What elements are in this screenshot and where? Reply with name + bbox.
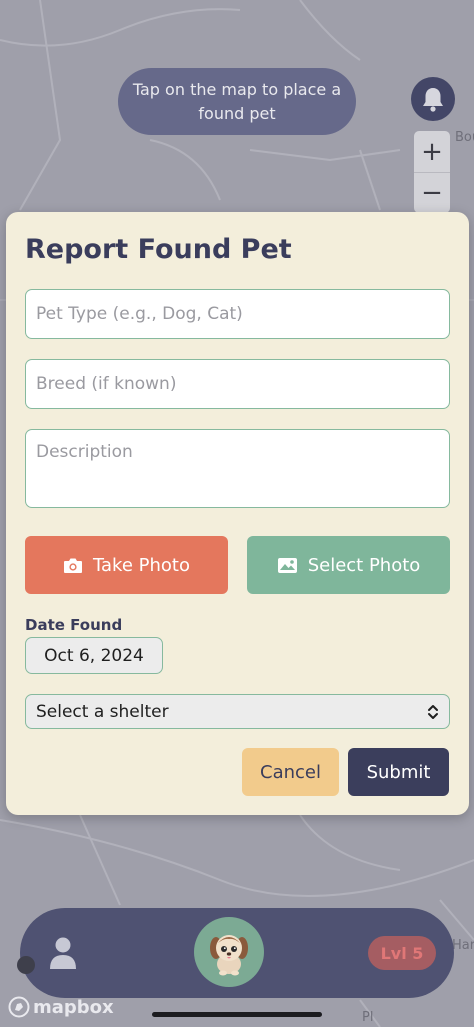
zoom-in-button[interactable]: + <box>414 131 450 172</box>
modal-title: Report Found Pet <box>25 234 292 265</box>
camera-icon <box>64 558 82 573</box>
description-input[interactable] <box>25 429 450 508</box>
notifications-button[interactable] <box>411 77 455 121</box>
home-indicator <box>152 1012 322 1017</box>
map-dot <box>17 956 35 974</box>
report-found-pet-modal: Report Found Pet Take Photo Select Photo… <box>6 212 469 815</box>
date-found-value: Oct 6, 2024 <box>44 645 144 666</box>
shelter-select[interactable]: Select a shelter <box>25 694 450 729</box>
breed-input[interactable] <box>25 359 450 409</box>
street-label: Pl <box>362 1010 374 1025</box>
person-icon[interactable] <box>48 936 78 970</box>
take-photo-button[interactable]: Take Photo <box>25 536 228 594</box>
mapbox-attribution[interactable]: mapbox <box>8 994 114 1020</box>
map-hint-text: Tap on the map to place a found pet <box>132 79 342 123</box>
bell-icon <box>423 88 443 112</box>
date-found-label: Date Found <box>25 616 123 634</box>
puppy-avatar-icon <box>210 935 248 976</box>
bottom-nav-bar: Lvl 5 <box>20 908 454 998</box>
select-photo-label: Select Photo <box>307 554 421 576</box>
mapbox-logo-icon <box>8 996 30 1018</box>
mapbox-label: mapbox <box>33 996 114 1018</box>
street-label: Har <box>452 938 474 953</box>
up-down-chevron-icon <box>428 704 438 719</box>
cancel-button[interactable]: Cancel <box>242 748 339 796</box>
select-photo-button[interactable]: Select Photo <box>247 536 450 594</box>
submit-button[interactable]: Submit <box>348 748 449 796</box>
take-photo-label: Take Photo <box>93 554 190 576</box>
pet-type-input[interactable] <box>25 289 450 339</box>
image-icon <box>277 557 297 573</box>
shelter-select-value: Select a shelter <box>36 701 169 722</box>
street-label: Bou <box>455 130 474 145</box>
map-hint-banner: Tap on the map to place a found pet <box>118 68 356 135</box>
date-found-picker[interactable]: Oct 6, 2024 <box>25 637 163 674</box>
pet-avatar-button[interactable] <box>194 917 264 987</box>
zoom-controls: + − <box>414 131 450 213</box>
level-badge: Lvl 5 <box>368 936 436 970</box>
zoom-out-button[interactable]: − <box>414 172 450 213</box>
